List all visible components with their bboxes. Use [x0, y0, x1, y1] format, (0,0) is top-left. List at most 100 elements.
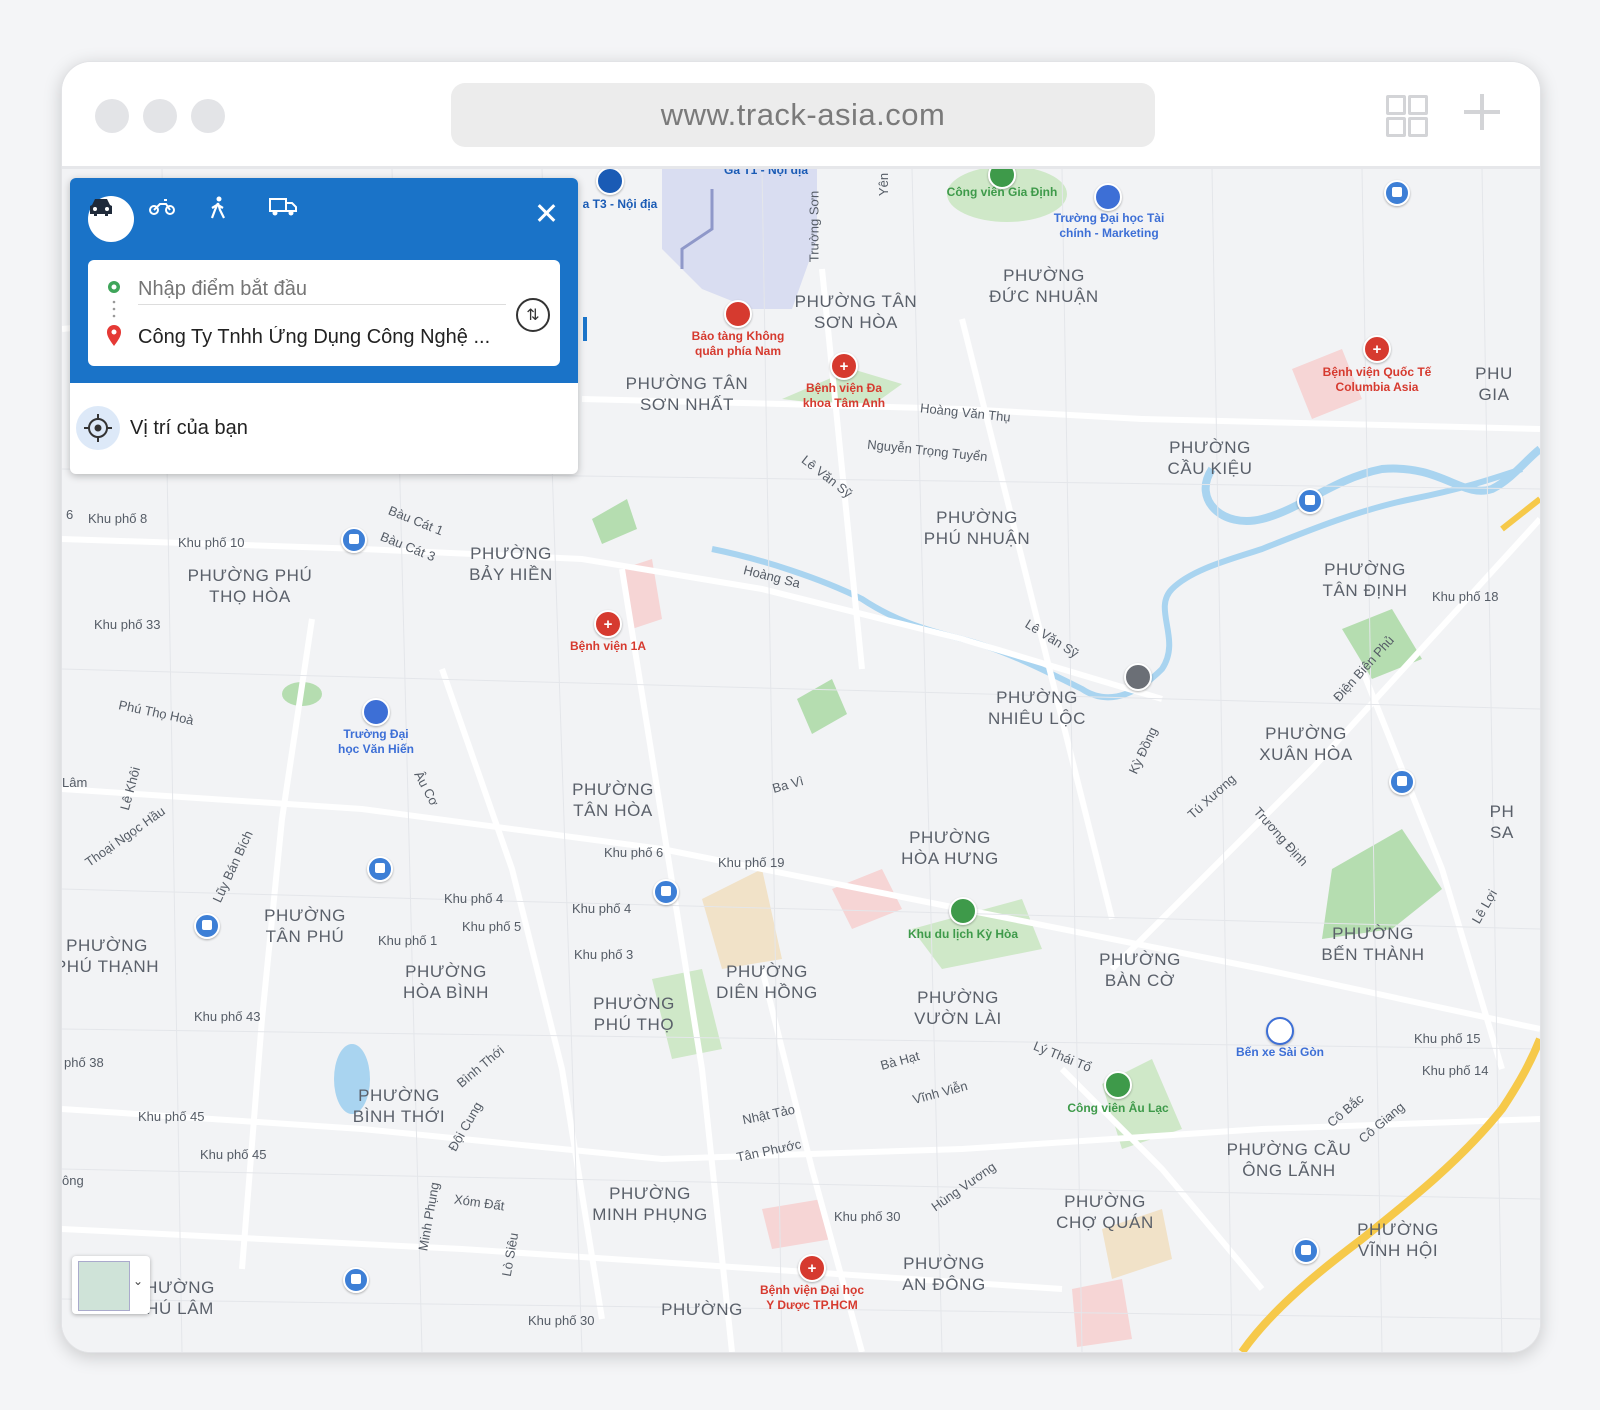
area-label: PHƯỜNG TÂN SƠN NHẤT [625, 374, 749, 414]
browser-titlebar: www.track-asia.com [62, 62, 1540, 169]
area-label: PHƯỜNG PHÚ NHUẬN [923, 508, 1031, 548]
area-label: PHƯỜNG BẾN THÀNH [1321, 924, 1425, 964]
area-label: PHƯỜNG BÀN CỜ [1099, 950, 1181, 990]
bus-stop-icon[interactable] [653, 879, 679, 905]
motorbike-mode-button[interactable] [148, 196, 194, 242]
url-bar[interactable]: www.track-asia.com [451, 83, 1155, 147]
neighborhood-label: Khu phố 18 [1432, 589, 1499, 604]
bus-stop-icon[interactable] [341, 527, 367, 553]
browser-window: www.track-asia.com PHƯỜNG ĐỨC NHUẬN PHƯỜ… [61, 61, 1541, 1353]
your-location-option[interactable]: Vị trí của bạn [70, 383, 578, 474]
poi-label[interactable]: Khu du lịch Kỳ Hòa [908, 927, 1018, 942]
swap-route-icon[interactable]: ⇅ [516, 298, 550, 332]
airport-area [662, 169, 817, 309]
poi-label[interactable]: Bệnh viện Đa khoa Tâm Anh [803, 381, 885, 411]
map-layer-thumbnail [78, 1261, 130, 1311]
neighborhood-label: Khu phố 30 [834, 1209, 901, 1224]
street-label: Lâm [62, 775, 88, 790]
poi-label[interactable]: Bảo tàng Không quân phía Nam [692, 329, 785, 359]
car-icon [90, 199, 112, 216]
bus-stop-icon[interactable] [194, 913, 220, 939]
poi-label[interactable]: Bệnh viện 1A [570, 639, 646, 654]
museum-pin-icon[interactable] [724, 300, 752, 328]
directions-panel: Công Ty Tnhh Ứng Dụng Công Nghệ ... ⇅ Vị… [70, 178, 578, 474]
school-pin-icon[interactable] [1094, 183, 1122, 211]
panel-collapse-handle[interactable] [583, 317, 587, 341]
area-label: PHƯỜNG CHỢ QUÁN [1056, 1192, 1154, 1232]
area-label: PHƯỜNG VƯỜN LÀI [914, 988, 1002, 1028]
neighborhood-label: phố 38 [64, 1055, 104, 1070]
neighborhood-label: Khu phố 45 [138, 1109, 205, 1124]
neighborhood-label: Khu phố 10 [178, 535, 245, 550]
area-label: HƯỜNG HÚ LÂM [145, 1278, 215, 1318]
hospital-pin-icon[interactable]: + [798, 1254, 826, 1282]
map-canvas[interactable]: PHƯỜNG ĐỨC NHUẬN PHƯỜNG TÂN SƠN HÒA PHƯỜNG… [62, 169, 1540, 1352]
poi-label[interactable]: a T3 - Nội địa [583, 197, 658, 212]
window-minimize-dot[interactable] [143, 99, 177, 133]
park-pin-icon[interactable] [949, 897, 977, 925]
area-label: PHƯỜNG VĨNH HỘI [1357, 1220, 1439, 1260]
truck-mode-button[interactable] [268, 196, 314, 242]
bus-stop-icon[interactable] [343, 1267, 369, 1293]
poi-label[interactable]: Công viên Gia Định [947, 185, 1058, 200]
bus-stop-icon[interactable] [1297, 488, 1323, 514]
destination-input[interactable]: Công Ty Tnhh Ứng Dụng Công Nghệ ... [138, 326, 506, 349]
poi-label[interactable]: Bệnh viện Quốc Tế Columbia Asia [1323, 365, 1432, 395]
area-label: PHƯỜNG TÂN PHÚ [264, 906, 346, 946]
walk-mode-button[interactable] [208, 196, 254, 242]
bus-stop-icon[interactable] [367, 856, 393, 882]
truck-icon [269, 198, 297, 216]
area-label: PHU GIA [1475, 364, 1513, 404]
area-label: PH SA [1489, 802, 1515, 842]
area-label: PHƯỜNG TÂN SƠN HÒA [794, 292, 918, 332]
school-pin-icon[interactable] [362, 698, 390, 726]
location-target-icon [76, 406, 120, 450]
poi-label[interactable]: Bệnh viện Đại học Y Dược TP.HCM [760, 1283, 864, 1313]
park-pin-icon[interactable] [1104, 1071, 1132, 1099]
area-label: PHƯỜNG BẢY HIỀN [469, 544, 553, 584]
hospital-pin-icon[interactable]: + [594, 610, 622, 638]
area-label: PHƯỜNG HÒA BÌNH [402, 962, 490, 1002]
bus-stop-icon[interactable] [1293, 1238, 1319, 1264]
neighborhood-label: Khu phố 5 [462, 919, 522, 934]
neighborhood-label: Khu phố 8 [88, 511, 148, 526]
neighborhood-label: Khu phố 14 [1422, 1063, 1489, 1078]
neighborhood-label: Khu phố 6 [604, 845, 664, 860]
neighborhood-label: 6 [66, 507, 74, 522]
close-icon[interactable] [531, 198, 561, 228]
street-label: ông [62, 1173, 84, 1188]
hospital-pin-icon[interactable]: + [830, 352, 858, 380]
area-label: PHƯỜNG MINH PHỤNG [592, 1184, 708, 1224]
area-label: PHƯỜNG PHÚ THẠNH [62, 936, 160, 976]
area-label: PHƯỜNG ĐỨC NHUẬN [989, 266, 1099, 306]
window-close-dot[interactable] [95, 99, 129, 133]
bus-station-pin-icon[interactable] [1266, 1017, 1294, 1045]
hospital-pin-icon[interactable]: + [1363, 335, 1391, 363]
poi-label[interactable]: Công viên Âu Lạc [1067, 1101, 1168, 1116]
area-label: PHƯỜNG [661, 1300, 743, 1319]
bus-stop-icon[interactable] [1389, 769, 1415, 795]
area-label: PHƯỜNG NHIÊU LỘC [988, 688, 1086, 728]
anchor-pin-icon[interactable] [1124, 663, 1152, 691]
car-mode-button[interactable] [88, 196, 134, 242]
area-label: PHƯỜNG DIÊN HỒNG [716, 962, 818, 1002]
area-label: PHƯỜNG HÒA HƯNG [901, 828, 999, 868]
start-point-input[interactable] [138, 274, 506, 305]
new-tab-plus-icon[interactable] [1464, 94, 1500, 130]
route-inputs: Công Ty Tnhh Ứng Dụng Công Nghệ ... ⇅ [88, 260, 560, 366]
area-label: PHƯỜNG AN ĐÔNG [902, 1254, 986, 1294]
poi-label[interactable]: Trường Đại học Văn Hiến [338, 727, 414, 757]
grid-icon[interactable] [1386, 95, 1428, 137]
poi-label[interactable]: Ga T1 - Nội địa [724, 169, 808, 178]
bus-stop-icon[interactable] [1384, 180, 1410, 206]
neighborhood-label: Khu phố 19 [718, 855, 785, 870]
poi-label[interactable]: Trường Đại học Tài chính - Marketing [1054, 211, 1165, 241]
window-maximize-dot[interactable] [191, 99, 225, 133]
your-location-label: Vị trí của bạn [130, 417, 248, 439]
neighborhood-label: Khu phố 43 [194, 1009, 261, 1024]
map-layer-switcher[interactable]: ⌄ [72, 1256, 150, 1314]
neighborhood-label: Khu phố 4 [444, 891, 504, 906]
area-label: PHƯỜNG CẦU ÔNG LÃNH [1226, 1140, 1352, 1180]
area-label: PHƯỜNG PHÚ THỌ [593, 994, 675, 1034]
poi-label[interactable]: Bến xe Sài Gòn [1236, 1045, 1324, 1060]
